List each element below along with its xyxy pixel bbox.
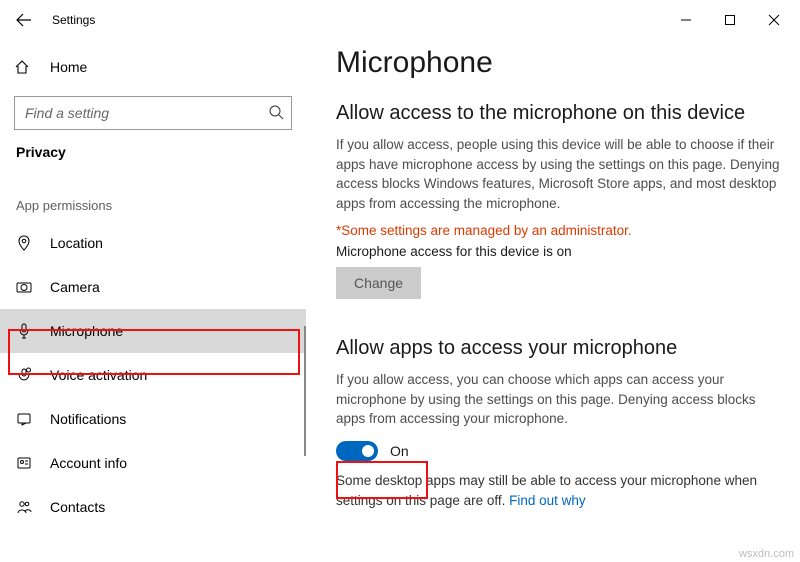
category-title: Privacy: [0, 144, 306, 170]
find-out-why-link[interactable]: Find out why: [509, 493, 586, 508]
maximize-button[interactable]: [708, 4, 752, 36]
voice-icon: [14, 367, 34, 383]
admin-note: *Some settings are managed by an adminis…: [336, 223, 780, 238]
sidebar-item-label: Microphone: [50, 323, 123, 339]
home-icon: [14, 59, 34, 75]
section1-heading: Allow access to the microphone on this d…: [336, 102, 780, 125]
sidebar-item-label: Account info: [50, 455, 127, 471]
home-nav[interactable]: Home: [0, 48, 306, 86]
section1-desc: If you allow access, people using this d…: [336, 135, 780, 213]
sidebar-item-label: Notifications: [50, 411, 126, 427]
main-content: Microphone Allow access to the microphon…: [306, 40, 800, 562]
contacts-icon: [14, 499, 34, 515]
toggle-label: On: [390, 443, 409, 459]
search-icon: [268, 104, 284, 123]
sidebar-item-camera[interactable]: Camera: [0, 265, 306, 309]
sidebar-item-notifications[interactable]: Notifications: [0, 397, 306, 441]
camera-icon: [14, 279, 34, 295]
close-icon: [768, 14, 780, 26]
minimize-icon: [680, 14, 692, 26]
title-bar: Settings: [0, 0, 800, 40]
apps-access-toggle[interactable]: [336, 441, 378, 461]
location-icon: [14, 235, 34, 251]
desktop-apps-note: Some desktop apps may still be able to a…: [336, 471, 780, 510]
sidebar-item-account-info[interactable]: Account info: [0, 441, 306, 485]
page-title: Microphone: [336, 46, 780, 80]
search-input[interactable]: [14, 96, 292, 130]
sidebar-item-voice-activation[interactable]: Voice activation: [0, 353, 306, 397]
notifications-icon: [14, 411, 34, 427]
app-title: Settings: [52, 13, 95, 27]
close-button[interactable]: [752, 4, 796, 36]
back-arrow-icon: [16, 12, 32, 28]
section2-desc: If you allow access, you can choose whic…: [336, 370, 780, 429]
change-button[interactable]: Change: [336, 267, 421, 299]
sidebar-item-microphone[interactable]: Microphone: [0, 309, 306, 353]
account-icon: [14, 455, 34, 471]
watermark: wsxdn.com: [739, 548, 794, 560]
scrollbar[interactable]: [304, 326, 306, 456]
maximize-icon: [724, 14, 736, 26]
section2-heading: Allow apps to access your microphone: [336, 337, 780, 360]
sidebar-item-label: Voice activation: [50, 367, 147, 383]
back-button[interactable]: [4, 0, 44, 40]
minimize-button[interactable]: [664, 4, 708, 36]
toggle-knob: [362, 445, 374, 457]
microphone-icon: [14, 323, 34, 339]
sidebar-item-label: Camera: [50, 279, 100, 295]
section-label: App permissions: [0, 170, 306, 221]
sidebar: Home Privacy App permissions Location Ca…: [0, 40, 306, 562]
sidebar-item-contacts[interactable]: Contacts: [0, 485, 306, 529]
sidebar-item-location[interactable]: Location: [0, 221, 306, 265]
home-label: Home: [50, 59, 87, 75]
device-access-status: Microphone access for this device is on: [336, 244, 780, 259]
sidebar-item-label: Location: [50, 235, 103, 251]
sidebar-item-label: Contacts: [50, 499, 105, 515]
